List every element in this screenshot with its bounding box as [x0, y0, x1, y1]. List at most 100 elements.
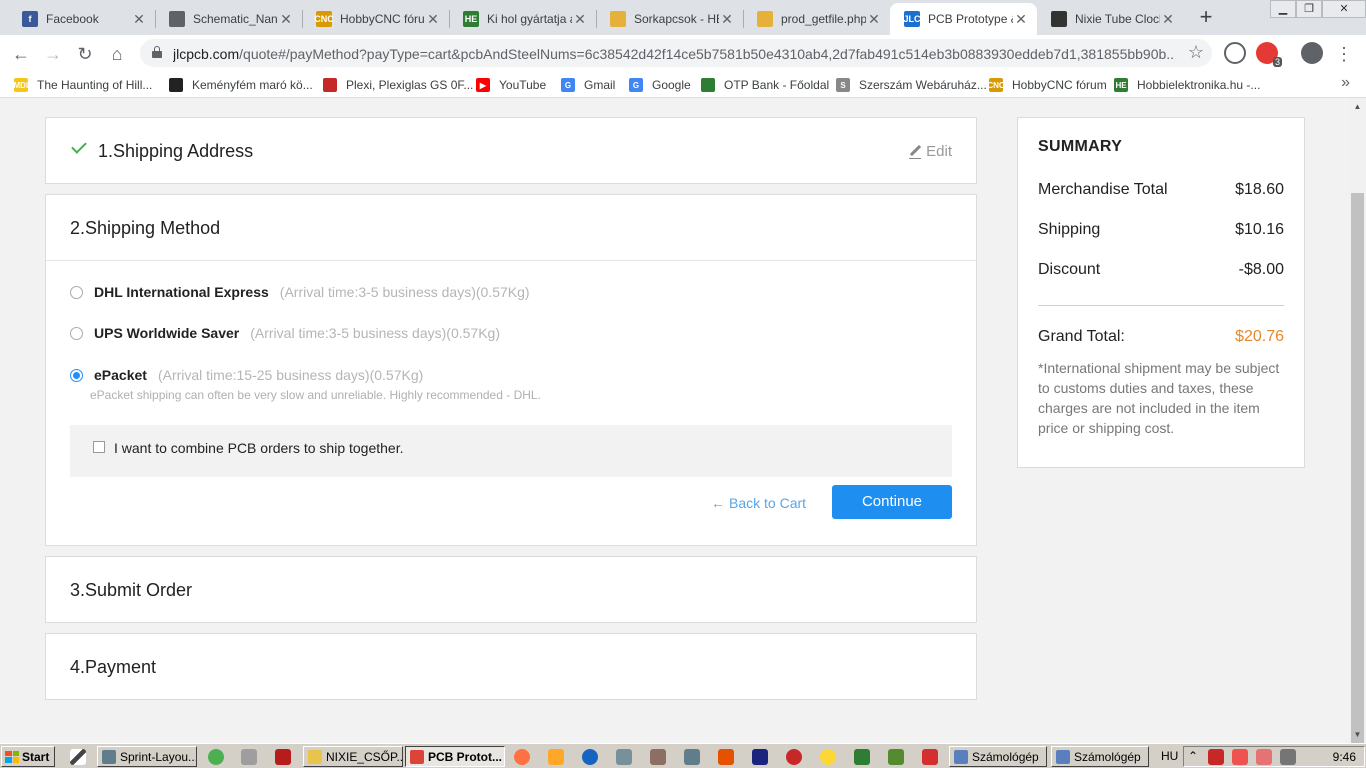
- profile-avatar-icon[interactable]: [1301, 42, 1323, 64]
- scroll-down-icon[interactable]: ▼: [1349, 726, 1366, 743]
- close-window-button[interactable]: ✕: [1322, 0, 1366, 18]
- bookmark-item[interactable]: Plexi, Plexiglas GS 0F...: [323, 76, 473, 94]
- volume-icon[interactable]: [1256, 749, 1272, 765]
- bookmark-item[interactable]: S Szerszám Webáruház...: [836, 76, 987, 94]
- bookmark-item[interactable]: CNC HobbyCNC fórum: [987, 76, 1107, 94]
- step2-title: 2.Shipping Method: [70, 218, 221, 238]
- bookmark-item[interactable]: G Gmail: [561, 76, 615, 94]
- bookmark-label: OTP Bank - Főoldal: [724, 78, 830, 92]
- home-icon[interactable]: ⌂: [104, 41, 130, 67]
- browser-tab[interactable]: JLC PCB Prototype & ✕: [890, 3, 1037, 35]
- taskbar-button[interactable]: Számológép: [949, 746, 1047, 767]
- quicklaunch-app-icon[interactable]: [275, 749, 291, 765]
- bookmark-item[interactable]: ▶ YouTube: [476, 76, 546, 94]
- media-player-icon[interactable]: [548, 749, 564, 765]
- close-tab-icon[interactable]: ✕: [719, 11, 735, 28]
- quicklaunch-app-icon[interactable]: [718, 749, 734, 765]
- quicklaunch-app-icon[interactable]: [650, 749, 666, 765]
- quicklaunch-app-icon[interactable]: [820, 749, 836, 765]
- tray-app-icon[interactable]: [1208, 749, 1224, 765]
- shipping-option-epacket[interactable]: ePacket (Arrival time:15-25 business day…: [70, 367, 423, 383]
- he-icon: HE: [463, 11, 479, 27]
- maximize-button[interactable]: ❐: [1296, 0, 1322, 18]
- menu-dots-icon[interactable]: ⋮: [1331, 41, 1357, 67]
- quicklaunch-app-icon[interactable]: [616, 749, 632, 765]
- taskbar-button[interactable]: Számológép: [1051, 746, 1149, 767]
- tab-title: Nixie Tube Clock: [1075, 12, 1160, 26]
- scroll-up-icon[interactable]: ▲: [1349, 98, 1366, 115]
- close-tab-icon[interactable]: ✕: [1160, 11, 1176, 28]
- quicklaunch-app-icon[interactable]: [922, 749, 938, 765]
- taskbar-button[interactable]: NIXIE_CSŐP...: [303, 746, 403, 767]
- pen-tool-icon[interactable]: [70, 749, 86, 765]
- taskbar-button-label: Számológép: [972, 749, 1039, 764]
- extension-icon[interactable]: 3: [1256, 42, 1282, 67]
- scrollbar-thumb[interactable]: [1351, 193, 1364, 748]
- reload-icon[interactable]: ↻: [72, 41, 98, 67]
- browser-tab[interactable]: HE Ki hol gyártatja a ✕: [449, 3, 596, 35]
- check-icon: [71, 138, 87, 154]
- he-diamond-icon: [757, 11, 773, 27]
- continue-button[interactable]: Continue: [832, 485, 952, 519]
- address-bar[interactable]: jlcpcb.com/quote#/payMethod?payType=cart…: [140, 39, 1212, 67]
- bookmarks-overflow-icon[interactable]: »: [1341, 74, 1350, 92]
- merchandise-total-label: Merchandise Total: [1038, 181, 1168, 198]
- quicklaunch-app-icon[interactable]: [241, 749, 257, 765]
- radio-ups[interactable]: [70, 326, 83, 340]
- bookmark-item[interactable]: HE Hobbielektronika.hu -...: [1114, 76, 1260, 94]
- back-arrow-icon[interactable]: ←: [8, 41, 34, 67]
- combine-orders-label[interactable]: I want to combine PCB orders to ship tog…: [114, 440, 404, 456]
- close-tab-icon[interactable]: ✕: [866, 11, 882, 28]
- page-scrollbar[interactable]: ▲ ▼: [1349, 98, 1366, 748]
- browser-tab[interactable]: Schematic_Nano ✕: [155, 3, 302, 35]
- forward-arrow-icon[interactable]: →: [40, 41, 66, 67]
- taskbar-button[interactable]: PCB Protot...: [405, 746, 505, 767]
- language-indicator[interactable]: HU: [1161, 749, 1178, 763]
- tray-app-icon[interactable]: [1232, 749, 1248, 765]
- new-tab-button[interactable]: +: [1194, 5, 1218, 29]
- shipping-option-ups[interactable]: UPS Worldwide Saver (Arrival time:3-5 bu…: [70, 325, 500, 341]
- edit-address-link[interactable]: Edit: [909, 143, 952, 160]
- network-icon[interactable]: [1280, 749, 1296, 765]
- bookmark-star-icon[interactable]: ☆: [1188, 42, 1204, 63]
- bookmark-item[interactable]: Keményfém maró kö...: [169, 76, 313, 94]
- combine-orders-checkbox[interactable]: [93, 441, 105, 453]
- close-tab-icon[interactable]: ✕: [278, 11, 294, 28]
- bookmarks-bar: IMDb The Haunting of Hill... Keményfém mar…: [0, 71, 1366, 98]
- quicklaunch-app-icon[interactable]: [582, 749, 598, 765]
- tray-expand-icon[interactable]: ⌃: [1188, 749, 1198, 763]
- payment-card[interactable]: 4.Payment: [45, 633, 977, 700]
- bookmark-item[interactable]: IMDb The Haunting of Hill...: [11, 76, 152, 94]
- close-tab-icon[interactable]: ✕: [1013, 11, 1029, 28]
- shipping-option-dhl[interactable]: DHL International Express (Arrival time:…: [70, 284, 530, 300]
- adblock-extension-icon[interactable]: [1224, 42, 1246, 64]
- browser-tab[interactable]: CNC HobbyCNC fórum✕: [302, 3, 449, 35]
- lock-icon[interactable]: [152, 46, 162, 58]
- back-to-cart-link[interactable]: ← Back to Cart: [711, 495, 806, 511]
- browser-tab[interactable]: Nixie Tube Clock ✕: [1037, 3, 1184, 35]
- bookmark-item[interactable]: G Google: [629, 76, 691, 94]
- minimize-button[interactable]: ▁: [1270, 0, 1296, 18]
- url-text[interactable]: jlcpcb.com/quote#/payMethod?payType=cart…: [173, 46, 1173, 62]
- browser-tab[interactable]: Sorkapcsok - HE ✕: [596, 3, 743, 35]
- firefox-icon[interactable]: [514, 749, 530, 765]
- radio-epacket[interactable]: [70, 368, 83, 382]
- clock[interactable]: 9:46: [1333, 750, 1356, 764]
- close-tab-icon[interactable]: ✕: [425, 11, 441, 28]
- submit-order-card[interactable]: 3.Submit Order: [45, 556, 977, 623]
- quicklaunch-app-icon[interactable]: [888, 749, 904, 765]
- taskbar-button[interactable]: Sprint-Layou...: [97, 746, 197, 767]
- bookmark-label: YouTube: [499, 78, 547, 92]
- close-tab-icon[interactable]: ✕: [572, 11, 588, 28]
- browser-tab[interactable]: prod_getfile.php ✕: [743, 3, 890, 35]
- radio-dhl[interactable]: [70, 285, 83, 299]
- browser-tab[interactable]: f Facebook ✕: [8, 3, 155, 35]
- quicklaunch-app-icon[interactable]: [854, 749, 870, 765]
- floppy-icon[interactable]: [752, 749, 768, 765]
- quicklaunch-app-icon[interactable]: [208, 749, 224, 765]
- bookmark-item[interactable]: OTP Bank - Főoldal: [701, 76, 829, 94]
- close-tab-icon[interactable]: ✕: [131, 11, 147, 28]
- start-button[interactable]: Start: [1, 746, 55, 767]
- quicklaunch-app-icon[interactable]: [786, 749, 802, 765]
- quicklaunch-app-icon[interactable]: [684, 749, 700, 765]
